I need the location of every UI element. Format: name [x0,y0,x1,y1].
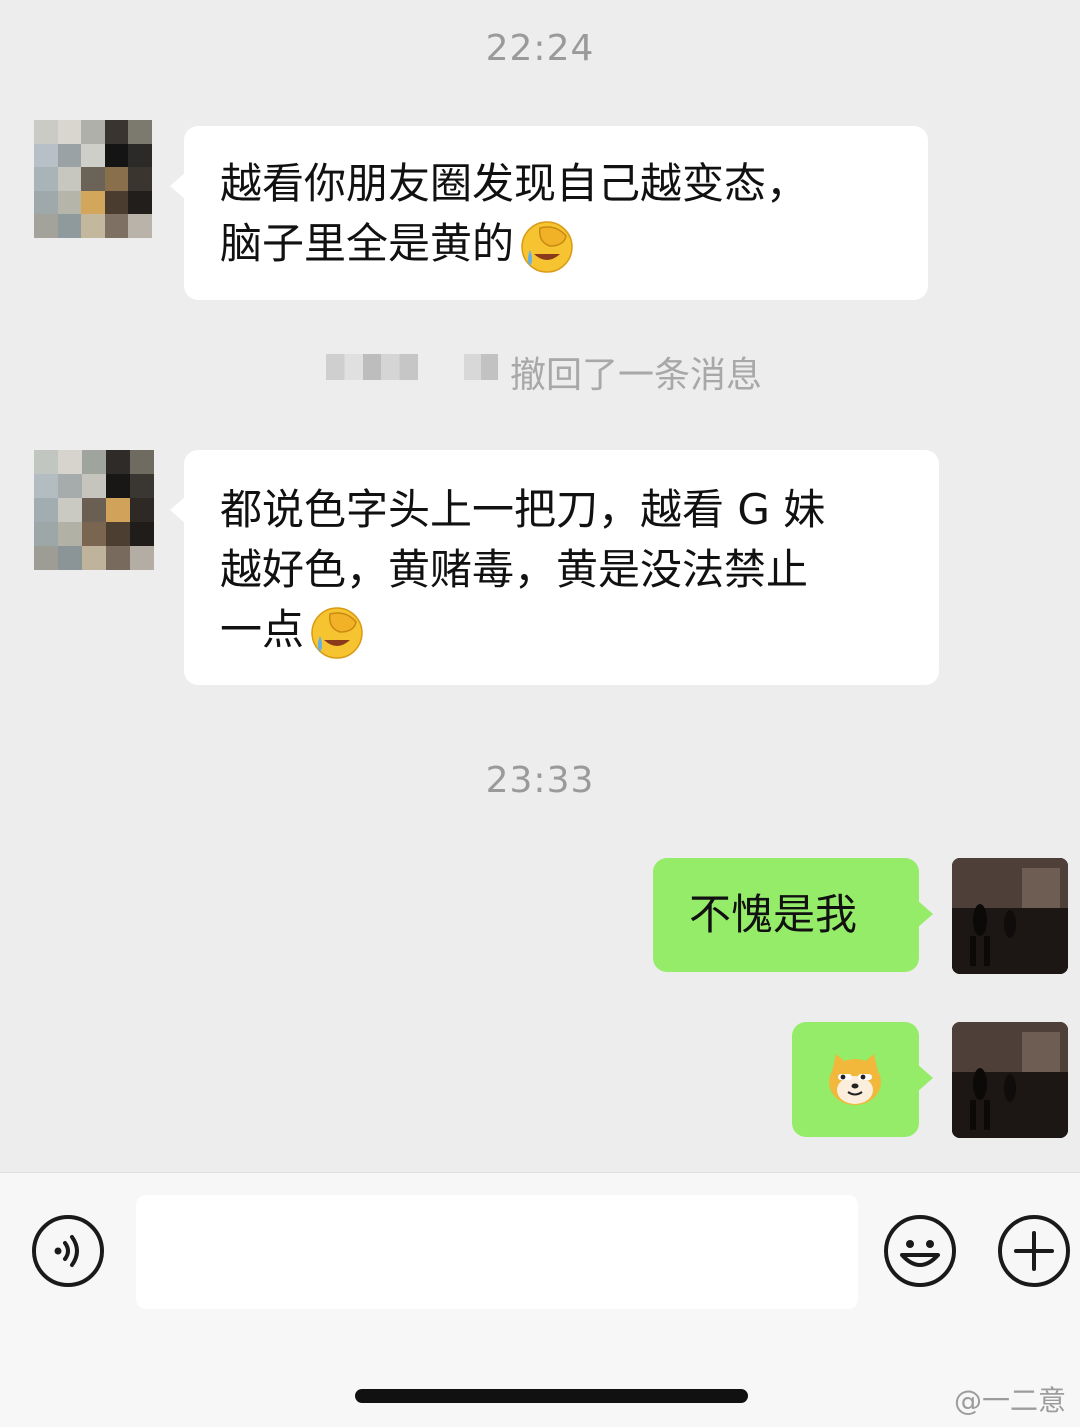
home-indicator[interactable] [355,1389,748,1403]
chat-area[interactable]: 22:24 越看你朋友圈发现自己越变态， 脑子里全是黄的 撤回了一条消息 都说色… [0,0,1080,1172]
watermark: @一二意 [953,1384,1066,1417]
outgoing-message-bubble[interactable] [792,1022,933,1137]
message-text-line: 越看你朋友圈发现自己越变态， [220,159,809,208]
message-text-line: 越好色，黄赌毒，黄是没法禁止 [220,545,809,594]
message-text-line: 都说色字头上一把刀，越看 G 妹 [220,485,826,534]
doge-emoji [829,1054,881,1105]
recall-text: 撤回了一条消息 [510,355,763,396]
blurred-name [326,354,418,380]
incoming-message-bubble[interactable]: 都说色字头上一把刀，越看 G 妹 越好色，黄赌毒，黄是没法禁止 一点 [170,450,939,685]
blurred-name [464,354,498,380]
face-palm-tears-emoji [521,220,573,273]
avatar-photo [952,1022,1068,1138]
input-bar: @一二意 [0,1172,1080,1427]
recall-notice: 撤回了一条消息 [0,340,1080,396]
avatar-photo [952,858,1068,974]
outgoing-message-bubble[interactable]: 不愧是我 [653,858,933,972]
message-text: 不愧是我 [689,890,858,939]
message-input[interactable] [136,1195,858,1309]
voice-icon[interactable] [32,1215,104,1287]
message-text-line: 脑子里全是黄的 [220,214,898,274]
my-avatar[interactable] [952,858,1068,974]
my-avatar[interactable] [952,1022,1068,1138]
face-palm-tears-emoji [311,606,363,659]
smiley-icon[interactable] [884,1215,956,1287]
timestamp: 22:24 [485,28,595,69]
incoming-message-bubble[interactable]: 越看你朋友圈发现自己越变态， 脑子里全是黄的 [170,126,928,300]
plus-icon[interactable] [998,1215,1070,1287]
contact-avatar[interactable] [34,120,152,238]
timestamp: 23:33 [485,760,595,801]
message-text-line: 一点 [220,600,909,660]
contact-avatar[interactable] [34,450,154,570]
